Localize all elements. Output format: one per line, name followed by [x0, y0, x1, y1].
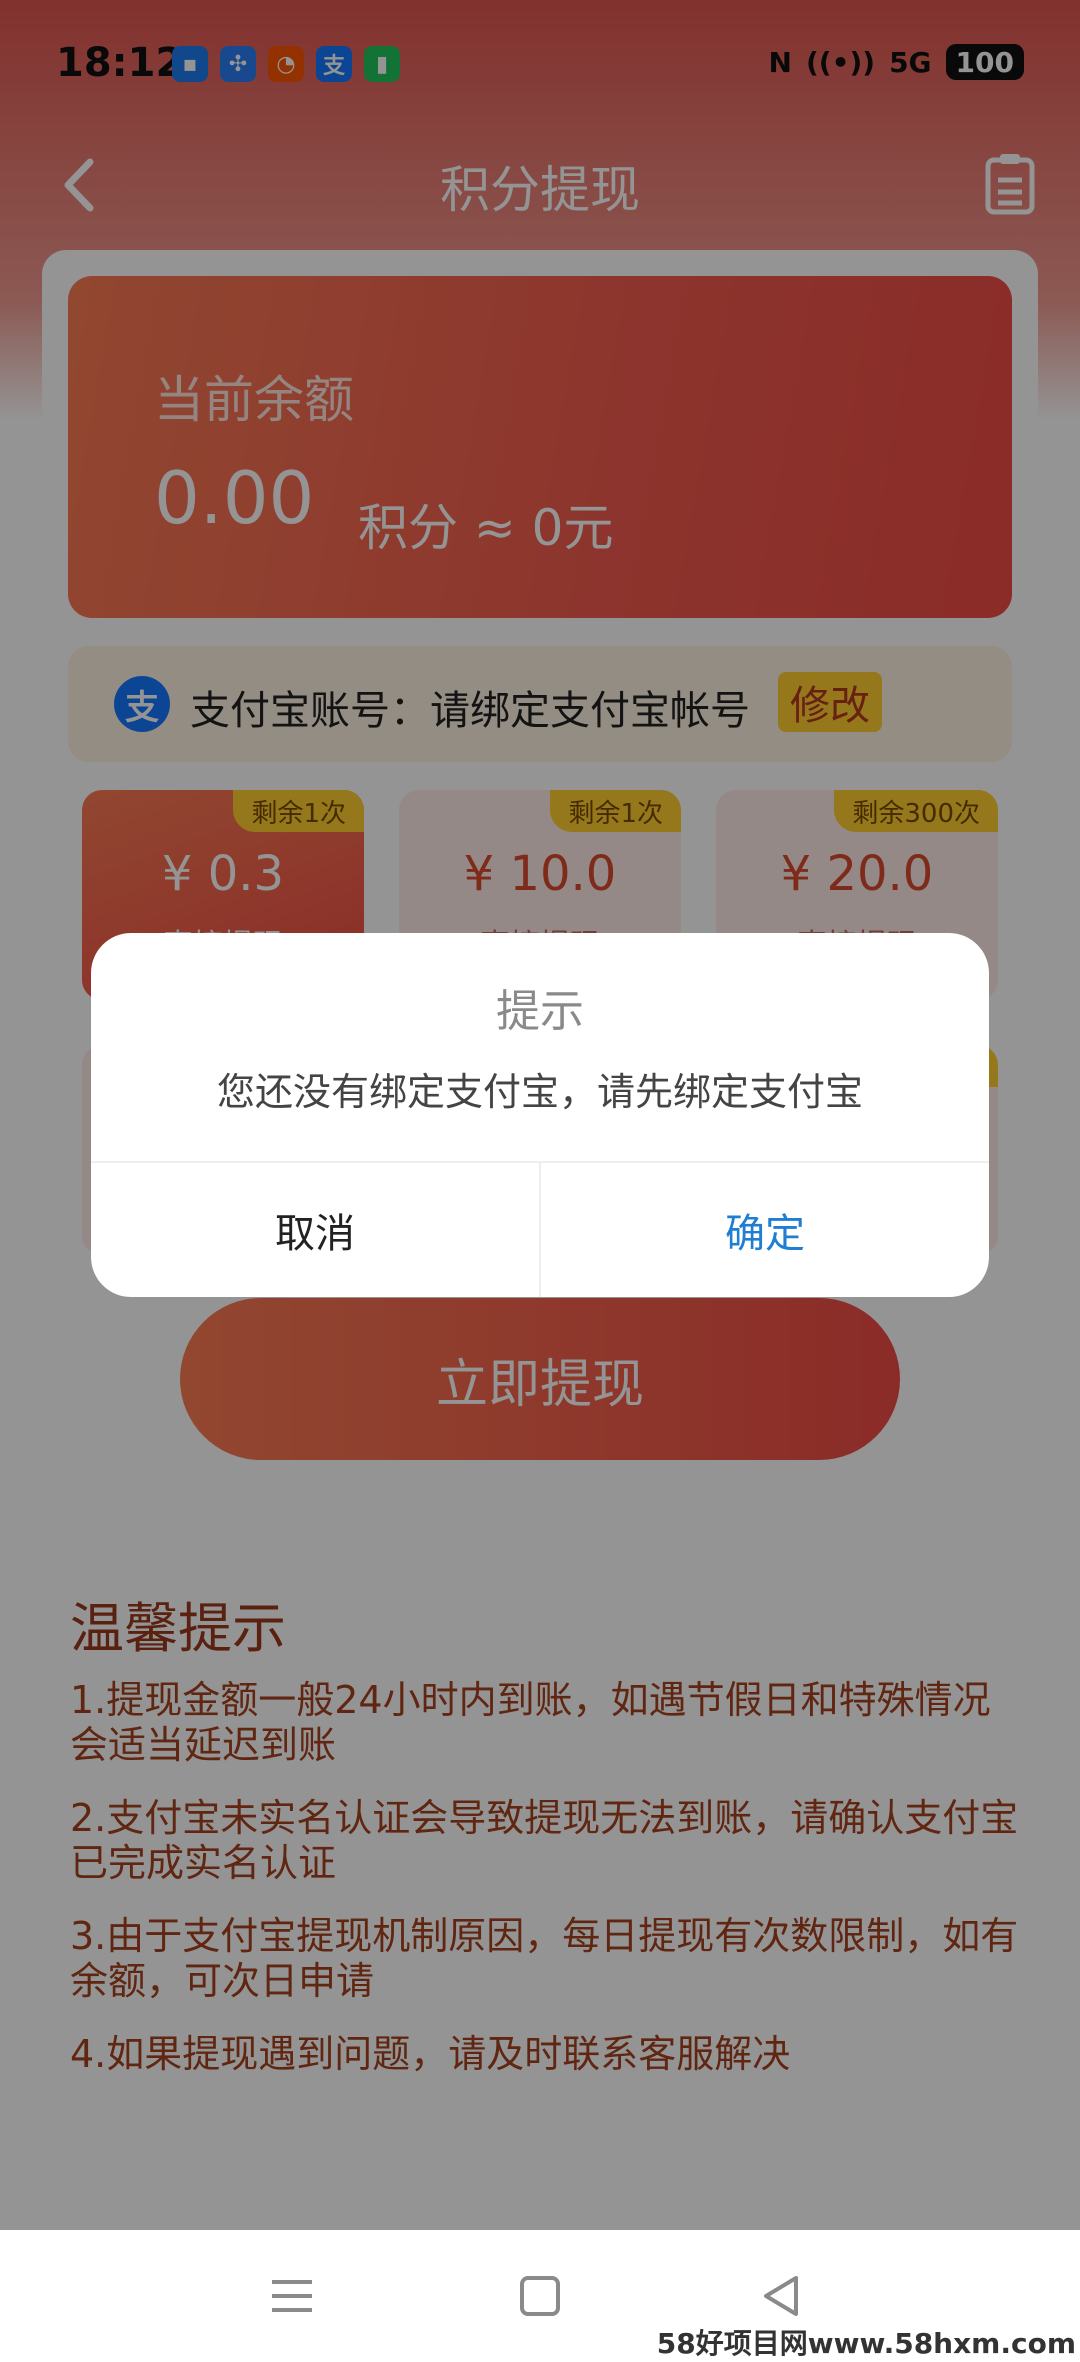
home-icon[interactable]: [510, 2266, 570, 2326]
bind-alipay-dialog: 提示 您还没有绑定支付宝，请先绑定支付宝 取消 确定: [91, 933, 989, 1297]
system-nav-bar: 58好项目网www.58hxm.com: [0, 2230, 1080, 2362]
menu-icon[interactable]: [262, 2266, 322, 2326]
app-screen: 18:12 ▪ ✣ ◔ 支 ▮ N ((•)) 5G 100 积分提现 当前余额…: [0, 0, 1080, 2230]
watermark-text: 58好项目网www.58hxm.com: [656, 2327, 1076, 2360]
back-icon[interactable]: [752, 2266, 812, 2326]
dialog-confirm-button[interactable]: 确定: [541, 1163, 989, 1297]
dialog-cancel-button[interactable]: 取消: [91, 1163, 539, 1297]
dialog-message: 您还没有绑定支付宝，请先绑定支付宝: [216, 1070, 863, 1114]
dialog-title: 提示: [496, 986, 584, 1037]
